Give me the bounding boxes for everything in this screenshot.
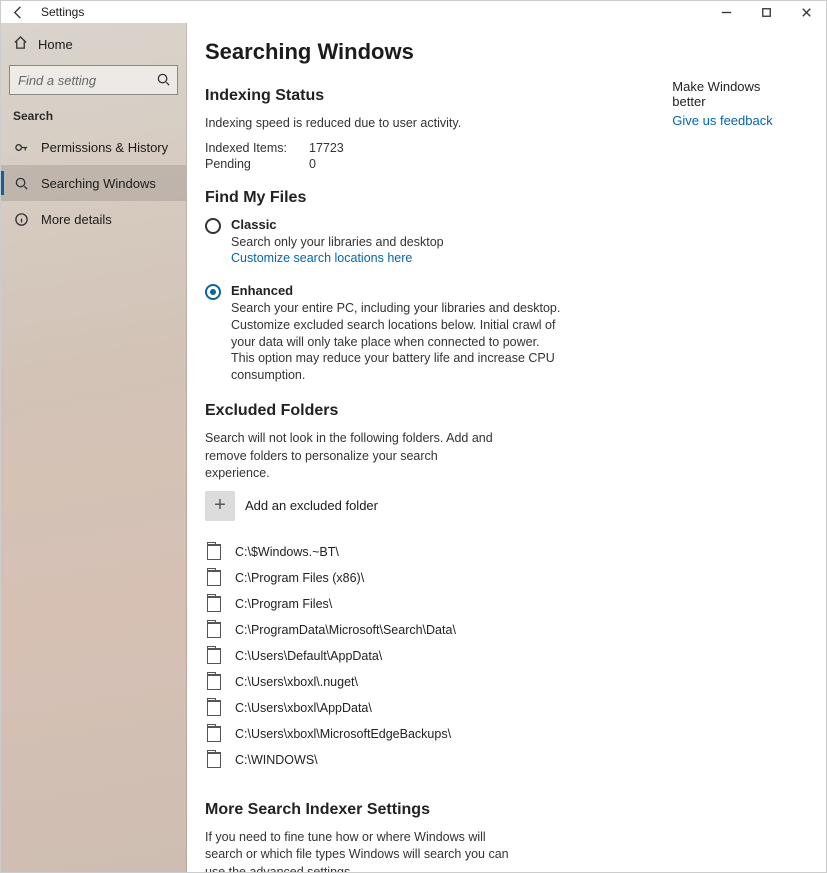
option-desc: Search your entire PC, including your li… [231,300,561,384]
excluded-folder-path: C:\Program Files (x86)\ [235,571,364,585]
more-indexer-note: If you need to fine tune how or where Wi… [205,829,515,872]
section-find-my-files: Find My Files [205,189,660,207]
page-title: Searching Windows [205,39,660,65]
radio-option-enhanced[interactable]: Enhanced Search your entire PC, includin… [205,283,660,384]
excluded-folder-item[interactable]: C:\Users\xboxl\MicrosoftEdgeBackups\ [205,721,660,747]
excluded-folder-item[interactable]: C:\Users\Default\AppData\ [205,643,660,669]
section-more-indexer-settings: More Search Indexer Settings [205,801,660,819]
right-rail-title: Make Windows better [672,79,796,109]
excluded-folder-path: C:\Users\xboxl\MicrosoftEdgeBackups\ [235,727,451,741]
permissions-icon [13,140,29,155]
sidebar-section-heading: Search [1,103,186,129]
maximize-button[interactable] [746,1,786,23]
close-icon [799,5,814,20]
excluded-folder-item[interactable]: C:\ProgramData\Microsoft\Search\Data\ [205,617,660,643]
plus-icon: + [205,491,235,521]
minimize-icon [719,5,734,20]
search-input[interactable] [10,67,220,94]
sidebar-item-label: Permissions & History [41,140,168,155]
search-icon [156,72,171,90]
settings-window: Settings Home [0,0,827,873]
folder-icon [207,752,221,768]
folder-icon [207,544,221,560]
excluded-folder-item[interactable]: C:\Users\xboxl\.nuget\ [205,669,660,695]
sidebar: Home Search Permissions & History Sear [1,23,187,872]
indexed-items-value: 17723 [309,141,344,155]
radio-icon [205,284,221,300]
sidebar-home[interactable]: Home [1,29,186,59]
section-indexing-status: Indexing Status [205,87,660,105]
folder-icon [207,596,221,612]
customize-search-locations-link[interactable]: Customize search locations here [231,251,444,265]
titlebar-title: Settings [35,5,84,19]
excluded-folder-path: C:\WINDOWS\ [235,753,318,767]
home-icon [13,35,28,53]
sidebar-item-label: Searching Windows [41,176,156,191]
content-area: Searching Windows Indexing Status Indexi… [187,23,826,872]
folder-icon [207,674,221,690]
close-button[interactable] [786,1,826,23]
window-controls [706,1,826,23]
folder-icon [207,726,221,742]
excluded-folder-list: C:\$Windows.~BT\ C:\Program Files (x86)\ C… [205,539,660,773]
folder-icon [207,622,221,638]
right-rail: Make Windows better Give us feedback [660,33,796,842]
pending-label: Pending [205,157,295,171]
excluded-folder-path: C:\Program Files\ [235,597,332,611]
excluded-folder-item[interactable]: C:\Program Files (x86)\ [205,565,660,591]
excluded-folder-path: C:\Users\xboxl\AppData\ [235,701,372,715]
folder-icon [207,648,221,664]
section-excluded-folders: Excluded Folders [205,402,660,420]
excluded-folder-item[interactable]: C:\WINDOWS\ [205,747,660,773]
add-excluded-folder-label: Add an excluded folder [245,498,378,513]
pending-value: 0 [309,157,316,171]
sidebar-item-label: More details [41,212,112,227]
excluded-note: Search will not look in the following fo… [205,430,505,483]
back-button[interactable] [1,1,35,23]
indexing-note: Indexing speed is reduced due to user ac… [205,115,660,133]
info-icon [13,212,29,227]
excluded-folder-path: C:\Users\xboxl\.nuget\ [235,675,358,689]
excluded-folder-path: C:\ProgramData\Microsoft\Search\Data\ [235,623,456,637]
search-icon [13,176,29,191]
excluded-folder-path: C:\$Windows.~BT\ [235,545,339,559]
give-feedback-link[interactable]: Give us feedback [672,113,796,128]
excluded-folder-path: C:\Users\Default\AppData\ [235,649,382,663]
sidebar-item-more-details[interactable]: More details [1,201,186,237]
sidebar-home-label: Home [38,37,73,52]
excluded-folder-item[interactable]: C:\Program Files\ [205,591,660,617]
option-desc: Search only your libraries and desktop [231,234,444,251]
maximize-icon [759,5,774,20]
indexed-items-label: Indexed Items: [205,141,295,155]
folder-icon [207,570,221,586]
option-title: Enhanced [231,283,561,298]
sidebar-item-searching-windows[interactable]: Searching Windows [1,165,186,201]
excluded-folder-item[interactable]: C:\$Windows.~BT\ [205,539,660,565]
radio-option-classic[interactable]: Classic Search only your libraries and d… [205,217,660,265]
option-title: Classic [231,217,444,232]
radio-icon [205,218,221,234]
minimize-button[interactable] [706,1,746,23]
excluded-folder-item[interactable]: C:\Users\xboxl\AppData\ [205,695,660,721]
sidebar-item-permissions-history[interactable]: Permissions & History [1,129,186,165]
sidebar-search[interactable] [9,65,178,95]
back-arrow-icon [11,5,26,20]
titlebar: Settings [1,1,826,23]
add-excluded-folder[interactable]: + Add an excluded folder [205,491,660,521]
folder-icon [207,700,221,716]
